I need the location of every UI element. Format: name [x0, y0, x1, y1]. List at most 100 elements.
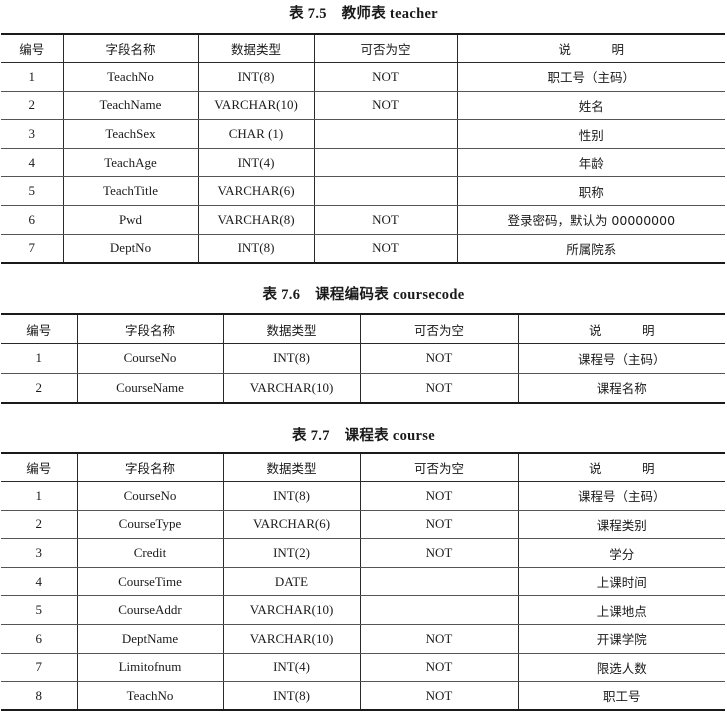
cell-field-name: CourseNo [76, 343, 223, 374]
table-row: 3 TeachSex CHAR (1) 性别 [1, 119, 725, 149]
table-row: 2 TeachName VARCHAR(10) NOT 姓名 [1, 91, 725, 121]
cell-field-name: CourseName [76, 373, 223, 403]
table-row: 4 CourseTime DATE 上课时间 [1, 567, 725, 597]
cell-index: 1 [1, 343, 77, 374]
table-header-row: 编号 字段名称 数据类型 可否为空说 明 [1, 453, 725, 483]
column-header-data-type: 数据类型 [222, 453, 360, 483]
cell-data-type: CHAR (1) [197, 119, 314, 149]
cell-data-type: INT(8) [222, 681, 360, 711]
cell-field-name: Pwd [62, 205, 198, 235]
table-caption-course: 表 7.7 课程表 course [292, 428, 435, 444]
cell-field-name: TeachNo [62, 62, 198, 92]
cell-data-type: VARCHAR(10) [222, 624, 360, 654]
cell-index: 6 [1, 624, 77, 654]
cell-index: 8 [35, 687, 43, 703]
table-caption-coursecode: 表 7.6 课程编码表 coursecode [262, 287, 465, 303]
cell-field-name: CourseType [76, 510, 223, 540]
table-row: 1 TeachNo INT(8) NOT 职工号（主码） [1, 62, 725, 92]
column-header-field-name: 字段名称 [76, 314, 223, 344]
cell-field-name: CourseAddr [76, 595, 223, 626]
cell-field-name: TeachSex [62, 119, 198, 149]
table-row: 5 CourseAddr VARCHAR(10) 上课地点 [1, 595, 725, 626]
cell-description: 姓名 [456, 91, 725, 121]
cell-nullable: NOT [313, 62, 457, 92]
cell-nullable: NOT [313, 205, 457, 235]
column-header-description: 说 明 [517, 314, 725, 344]
cell-data-type: DATE [222, 567, 360, 597]
column-header-nullable: 可否为空 [359, 314, 518, 344]
cell-nullable [313, 148, 457, 178]
cell-field-name: Limitofnum [76, 653, 223, 683]
cell-description: 登录密码，默认为 00000000 [456, 205, 725, 235]
cell-data-type: INT(8) [222, 343, 360, 374]
cell-nullable [359, 567, 518, 597]
cell-field-name: TeachAge [62, 148, 198, 178]
table-row: 3 Credit INT(2) NOT 学分 [1, 538, 725, 568]
cell-description: 性别 [456, 119, 725, 149]
cell-nullable: NOT [359, 481, 518, 511]
cell-data-type: VARCHAR(10) [197, 91, 314, 121]
cell-data-type: VARCHAR(10) [222, 595, 360, 626]
column-header-index: 编号 [1, 453, 77, 483]
column-header-index: 编号 [1, 314, 77, 344]
table-row: 2 CourseName VARCHAR(10) NOT 课程名称 [1, 373, 725, 403]
cell-field-name: CourseTime [76, 567, 223, 597]
cell-description: 职工号 [517, 681, 725, 711]
cell-description: 课程号（主码） [517, 481, 725, 511]
table-row: 6 DeptName VARCHAR(10) NOT 开课学院 [1, 624, 725, 654]
cell-description: 课程名称 [517, 373, 725, 403]
column-header-data-type: 数据类型 [222, 314, 360, 344]
cell-field-name: TeachTitle [62, 176, 198, 207]
cell-nullable: NOT [359, 343, 518, 374]
table-row: 6 Pwd VARCHAR(8) NOT 登录密码，默认为 00000000 [1, 205, 725, 235]
table-row: 7 DeptNo INT(8) NOT 所属院系 [1, 234, 725, 263]
cell-index: 1 [1, 62, 63, 92]
table-row: 7 Limitofnum INT(4) NOT 限选人数 [1, 653, 725, 683]
course-table: 编号 字段名称 数据类型 可否为空说 明 1 CourseNo INT(8) NOT 课程号（… [1, 452, 725, 712]
column-header-nullable: 可否为空 [313, 34, 457, 64]
column-header-data-type: 数据类型 [197, 34, 314, 64]
cell-nullable: NOT [359, 681, 518, 711]
table-header-row: 编号 字段名称 数据类型 可否为空说 明 [1, 34, 725, 64]
cell-field-name: TeachNo [76, 681, 223, 711]
cell-index: 2 [1, 91, 63, 121]
cell-nullable: NOT [359, 510, 518, 540]
cell-data-type: VARCHAR(8) [197, 205, 314, 235]
cell-description: 所属院系 [456, 234, 725, 263]
cell-index: 7 [1, 653, 77, 683]
column-header-index: 编号 [1, 34, 63, 64]
cell-nullable: NOT [313, 91, 457, 121]
cell-description: 职称 [456, 176, 725, 207]
table-row: 2 CourseType VARCHAR(6) NOT 课程类别 [1, 510, 725, 540]
cell-index: 2 [35, 379, 43, 395]
table-caption-teacher: 表 7.5 教师表 teacher [289, 6, 438, 22]
cell-index: 4 [1, 148, 63, 178]
cell-data-type: VARCHAR(6) [197, 176, 314, 207]
cell-data-type: INT(2) [222, 538, 360, 568]
cell-data-type: VARCHAR(6) [222, 510, 360, 540]
cell-index: 2 [1, 510, 77, 540]
teacher-table: 编号 字段名称 数据类型 可否为空说 明 1 TeachNo INT(8) NOT 职工号（主… [1, 33, 725, 264]
cell-nullable: NOT [359, 624, 518, 654]
cell-index: 5 [1, 595, 77, 626]
cell-field-name: DeptNo [62, 234, 198, 263]
table-row: 8 TeachNo INT(8) NOT 职工号 [1, 681, 725, 711]
cell-nullable: NOT [359, 538, 518, 568]
table-row: 1 CourseNo INT(8) NOT 课程号（主码） [1, 481, 725, 511]
column-header-nullable: 可否为空 [359, 453, 518, 483]
cell-index: 3 [1, 119, 63, 149]
cell-data-type: INT(8) [197, 234, 314, 263]
table-header-row: 编号 字段名称 数据类型 可否为空说 明 [1, 314, 725, 344]
cell-nullable [313, 119, 457, 149]
table-row: 1 CourseNo INT(8) NOT 课程号（主码） [1, 343, 725, 374]
cell-description: 课程类别 [517, 510, 725, 540]
column-header-description: 说 明 [456, 34, 725, 64]
cell-data-type: INT(8) [197, 62, 314, 92]
cell-index: 5 [1, 176, 63, 207]
cell-data-type: INT(8) [222, 481, 360, 511]
cell-index: 4 [1, 567, 77, 597]
cell-field-name: TeachName [62, 91, 198, 121]
cell-index: 6 [1, 205, 63, 235]
cell-field-name: DeptName [76, 624, 223, 654]
cell-description: 年龄 [456, 148, 725, 178]
